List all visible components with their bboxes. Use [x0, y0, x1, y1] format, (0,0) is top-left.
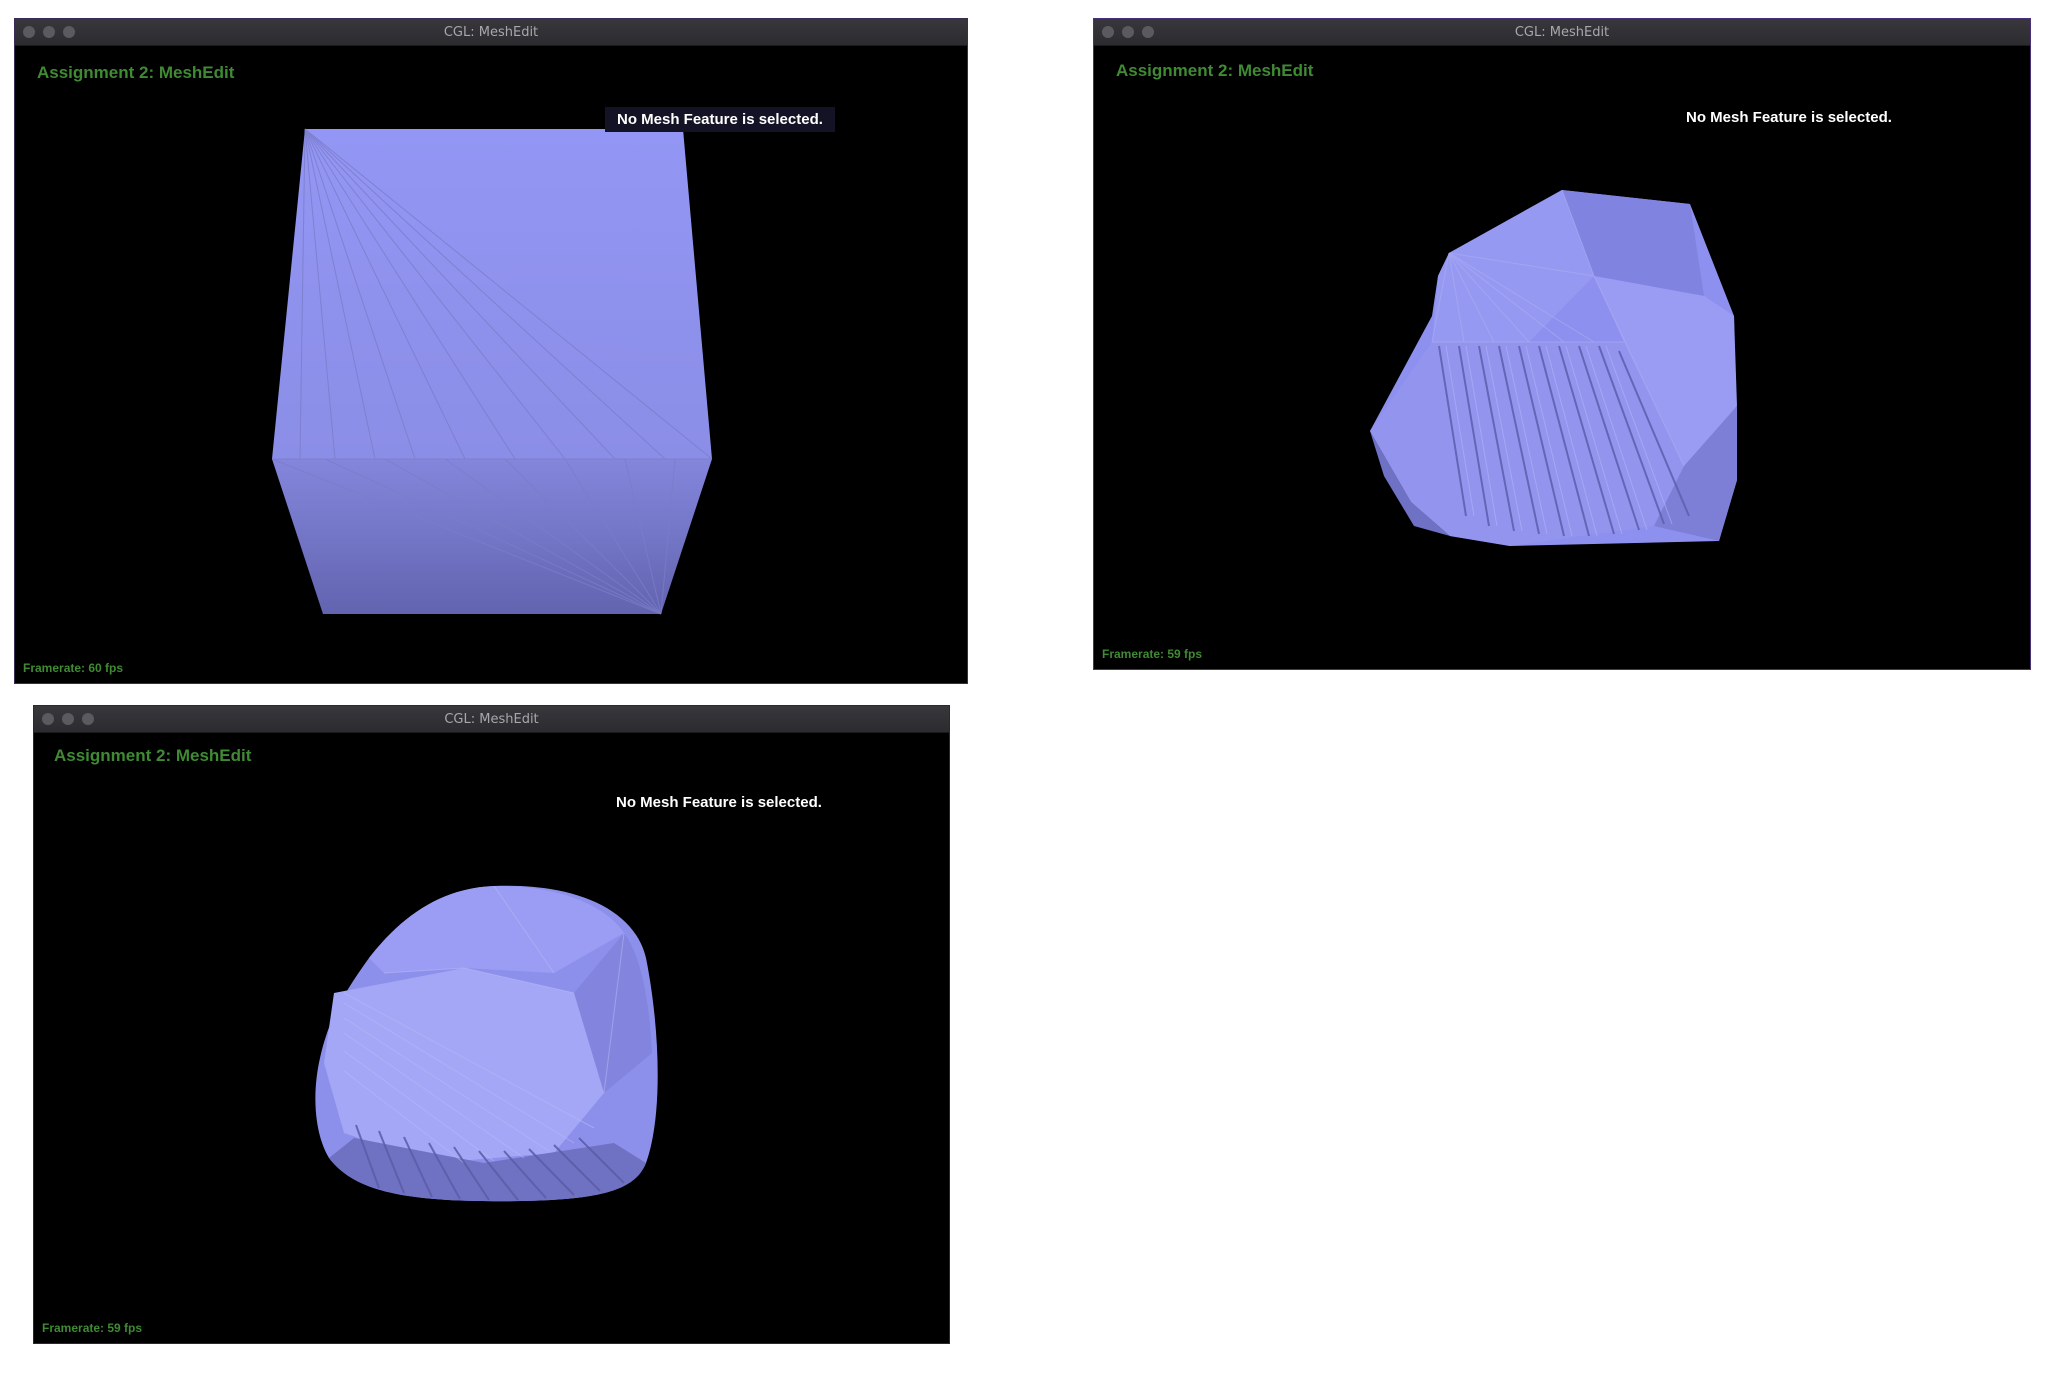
window-titlebar[interactable]: CGL: MeshEdit — [1094, 19, 2030, 46]
cube-mesh[interactable] — [15, 46, 968, 684]
meshedit-window-2[interactable]: CGL: MeshEdit Assignment 2: MeshEdit No … — [1093, 18, 2031, 670]
window-title: CGL: MeshEdit — [1514, 24, 1610, 40]
traffic-lights — [42, 713, 94, 725]
mesh-viewport[interactable] — [1094, 46, 2030, 669]
smoothed-mesh[interactable] — [34, 733, 950, 1344]
framerate-readout: Framerate: 60 fps — [23, 661, 124, 675]
selection-status: No Mesh Feature is selected. — [605, 107, 835, 132]
traffic-lights — [23, 26, 75, 38]
mesh-viewport[interactable] — [15, 46, 967, 683]
polyhedron-mesh[interactable] — [1094, 46, 2031, 670]
close-button[interactable] — [42, 713, 54, 725]
framerate-readout: Framerate: 59 fps — [42, 1321, 143, 1335]
window-title: CGL: MeshEdit — [443, 24, 539, 40]
meshedit-window-3[interactable]: CGL: MeshEdit Assignment 2: MeshEdit No … — [33, 705, 950, 1344]
minimize-button[interactable] — [62, 713, 74, 725]
zoom-button[interactable] — [82, 713, 94, 725]
traffic-lights — [1102, 26, 1154, 38]
zoom-button[interactable] — [63, 26, 75, 38]
framerate-readout: Framerate: 59 fps — [1102, 647, 1203, 661]
window-titlebar[interactable]: CGL: MeshEdit — [15, 19, 967, 46]
close-button[interactable] — [23, 26, 35, 38]
selection-status: No Mesh Feature is selected. — [616, 794, 822, 811]
app-title: Assignment 2: MeshEdit — [54, 746, 252, 765]
minimize-button[interactable] — [43, 26, 55, 38]
window-title: CGL: MeshEdit — [444, 711, 539, 727]
app-title: Assignment 2: MeshEdit — [37, 63, 235, 82]
mesh-viewport[interactable] — [34, 733, 949, 1343]
meshedit-window-1[interactable]: CGL: MeshEdit Assignment 2: MeshEdit No … — [14, 18, 968, 684]
minimize-button[interactable] — [1122, 26, 1134, 38]
window-titlebar[interactable]: CGL: MeshEdit — [34, 706, 949, 733]
close-button[interactable] — [1102, 26, 1114, 38]
selection-status: No Mesh Feature is selected. — [1686, 109, 1892, 126]
zoom-button[interactable] — [1142, 26, 1154, 38]
app-title: Assignment 2: MeshEdit — [1116, 61, 1314, 80]
